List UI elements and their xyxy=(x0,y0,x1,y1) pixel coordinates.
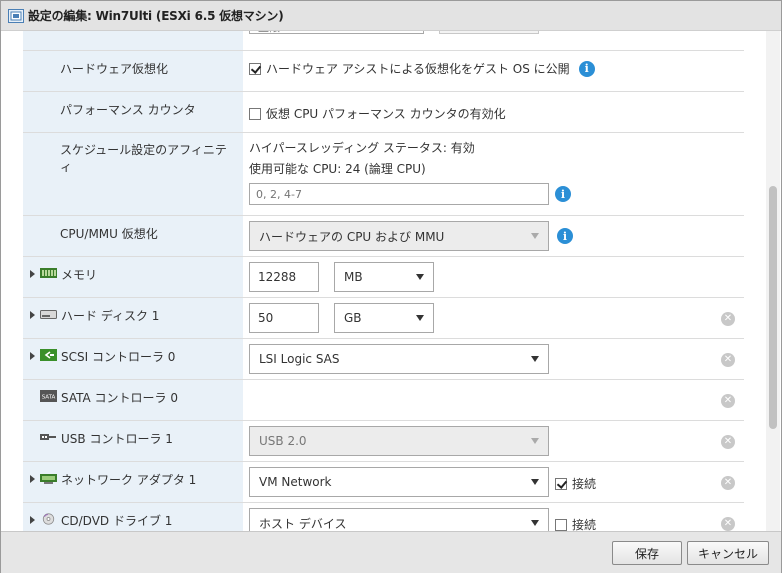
chevron-down-icon xyxy=(531,479,539,485)
row-scheduling-affinity: スケジュール設定のアフィニティ ハイパースレッディング ステータス: 有効 使用… xyxy=(23,133,744,216)
svg-text:SATA: SATA xyxy=(42,395,56,401)
row-performance-counter: パフォーマンス カウンタ 仮想 CPU パフォーマンス カウンタの有効化 xyxy=(23,92,744,133)
chevron-down-icon xyxy=(531,438,539,444)
row-label: ハード ディスク 1 xyxy=(61,309,160,323)
row-cpu-limit-partial: 上限 1000 xyxy=(23,31,744,51)
info-icon[interactable]: i xyxy=(557,228,573,244)
usb-type-select[interactable]: USB 2.0 xyxy=(249,426,549,456)
network-adapter-icon xyxy=(40,474,57,484)
row-hardware-virtualization: ハードウェア仮想化 ハードウェア アシストによる仮想化をゲスト OS に公開 i xyxy=(23,51,744,92)
row-label: SCSI コントローラ 0 xyxy=(61,350,176,364)
chevron-down-icon xyxy=(531,356,539,362)
remove-device-icon[interactable]: ✕ xyxy=(721,312,735,326)
perf-counter-label: 仮想 CPU パフォーマンス カウンタの有効化 xyxy=(266,107,506,121)
row-label: スケジュール設定のアフィニティ xyxy=(23,133,243,215)
chevron-down-icon xyxy=(416,315,424,321)
vm-icon xyxy=(8,8,24,23)
cddvd-connect-label: 接続 xyxy=(572,518,597,531)
scsi-controller-icon xyxy=(40,349,57,361)
available-cpus: 使用可能な CPU: 24 (論理 CPU) xyxy=(249,162,426,176)
cddvd-select[interactable]: ホスト デバイス xyxy=(249,508,549,531)
settings-body: 上限 1000 ハードウェア仮想化 ハードウェア アシストによる仮想化をゲスト … xyxy=(1,31,781,531)
remove-device-icon[interactable]: ✕ xyxy=(721,517,735,531)
memory-unit-select[interactable]: MB xyxy=(334,262,434,292)
hw-assist-label: ハードウェア アシストによる仮想化をゲスト OS に公開 xyxy=(266,62,570,76)
row-usb-controller: USB コントローラ 1 USB 2.0 ✕ xyxy=(23,421,744,462)
settings-grid: 上限 1000 ハードウェア仮想化 ハードウェア アシストによる仮想化をゲスト … xyxy=(23,31,744,531)
expand-arrow-icon[interactable] xyxy=(30,270,35,278)
memory-icon xyxy=(40,268,57,278)
dialog-footer: 保存 キャンセル xyxy=(1,531,781,573)
hard-disk-icon xyxy=(40,310,57,319)
disk-unit-select[interactable]: GB xyxy=(334,303,434,333)
perf-counter-checkbox[interactable] xyxy=(249,107,261,120)
cpu-limit-unit[interactable]: 1000 xyxy=(439,31,539,34)
row-network-adapter: ネットワーク アダプタ 1 VM Network 接続 ✕ xyxy=(23,462,744,503)
row-cd-dvd-drive: CD/DVD ドライブ 1 ホスト デバイス 接続 ✕ xyxy=(23,503,744,531)
expand-arrow-icon[interactable] xyxy=(30,475,35,483)
row-scsi-controller: SCSI コントローラ 0 LSI Logic SAS ✕ xyxy=(23,339,744,380)
hyperthreading-status: ハイパースレッディング ステータス: 有効 xyxy=(249,141,475,155)
edit-settings-dialog: 設定の編集: Win7Ulti (ESXi 6.5 仮想マシン) 上限 1000… xyxy=(0,0,782,573)
expand-arrow-icon[interactable] xyxy=(30,516,35,524)
network-connect-checkbox[interactable] xyxy=(555,477,567,490)
cddvd-connect-checkbox[interactable] xyxy=(555,518,567,531)
row-label: CPU/MMU 仮想化 xyxy=(23,216,243,256)
row-label: CD/DVD ドライブ 1 xyxy=(61,514,173,528)
chevron-down-icon xyxy=(531,233,539,239)
affinity-input[interactable] xyxy=(249,183,549,205)
row-label: USB コントローラ 1 xyxy=(61,432,173,446)
remove-device-icon[interactable]: ✕ xyxy=(721,476,735,490)
disk-size-input[interactable]: 50 xyxy=(249,303,319,333)
info-icon[interactable]: i xyxy=(555,186,571,202)
scrollbar-thumb[interactable] xyxy=(769,186,777,429)
row-hard-disk: ハード ディスク 1 50 GB ✕ xyxy=(23,298,744,339)
row-label: パフォーマンス カウンタ xyxy=(23,92,243,132)
info-icon[interactable]: i xyxy=(578,60,595,77)
row-sata-controller: SATA SATA コントローラ 0 ✕ xyxy=(23,380,744,421)
expand-arrow-icon[interactable] xyxy=(30,311,35,319)
expand-arrow-icon[interactable] xyxy=(30,352,35,360)
chevron-down-icon xyxy=(416,274,424,280)
usb-icon xyxy=(40,434,56,440)
remove-device-icon[interactable]: ✕ xyxy=(721,353,735,367)
row-memory: メモリ 12288 MB xyxy=(23,257,744,298)
row-label: ハードウェア仮想化 xyxy=(23,51,243,91)
row-cpu-mmu: CPU/MMU 仮想化 ハードウェアの CPU および MMU i xyxy=(23,216,744,257)
hw-assist-checkbox[interactable] xyxy=(249,62,261,75)
title-bar: 設定の編集: Win7Ulti (ESXi 6.5 仮想マシン) xyxy=(1,1,781,31)
window-title: 設定の編集: Win7Ulti (ESXi 6.5 仮想マシン) xyxy=(28,9,284,23)
row-label: SATA コントローラ 0 xyxy=(61,391,178,405)
network-select[interactable]: VM Network xyxy=(249,467,549,497)
scsi-type-select[interactable]: LSI Logic SAS xyxy=(249,344,549,374)
cpu-mmu-select[interactable]: ハードウェアの CPU および MMU xyxy=(249,221,549,251)
row-label: メモリ xyxy=(61,268,98,282)
row-label: ネットワーク アダプタ 1 xyxy=(61,473,197,487)
remove-device-icon[interactable]: ✕ xyxy=(721,394,735,408)
chevron-down-icon xyxy=(531,520,539,526)
save-button[interactable]: 保存 xyxy=(612,541,682,565)
sata-controller-icon: SATA xyxy=(40,390,57,402)
cd-dvd-icon xyxy=(42,513,55,525)
vertical-scrollbar[interactable] xyxy=(766,31,780,531)
memory-value-input[interactable]: 12288 xyxy=(249,262,319,292)
cpu-limit-input[interactable]: 上限 xyxy=(249,31,424,34)
network-connect-label: 接続 xyxy=(572,477,597,491)
cancel-button[interactable]: キャンセル xyxy=(687,541,769,565)
remove-device-icon[interactable]: ✕ xyxy=(721,435,735,449)
